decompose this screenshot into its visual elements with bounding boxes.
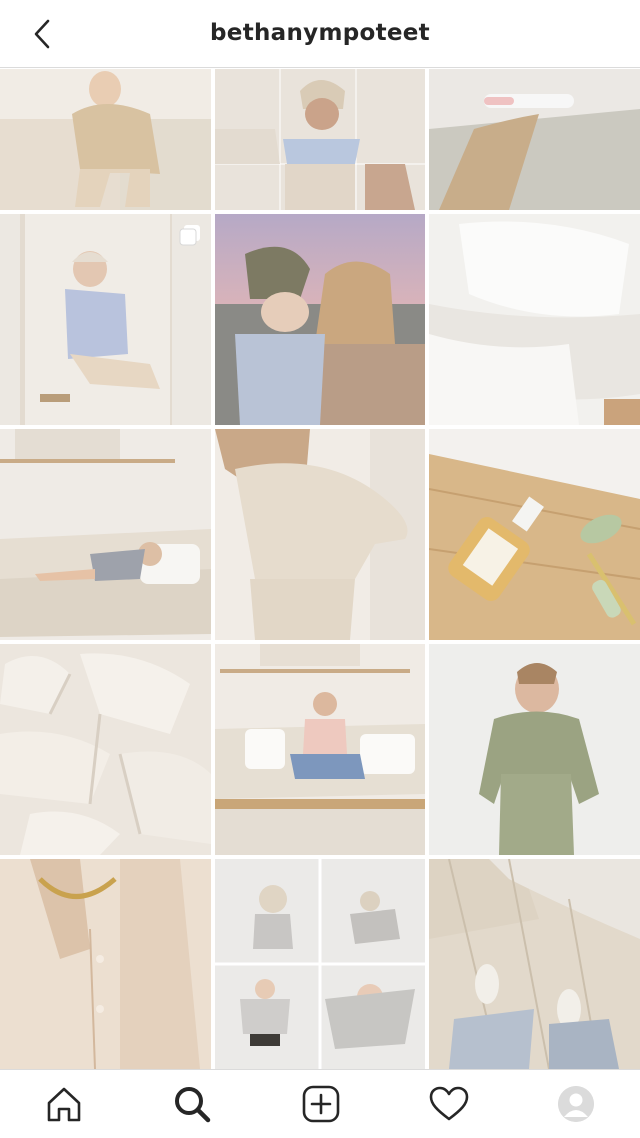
multiple-posts-icon bbox=[179, 225, 200, 246]
nav-activity[interactable] bbox=[427, 1082, 471, 1126]
search-icon bbox=[175, 1087, 211, 1123]
grid-post[interactable] bbox=[215, 859, 425, 1069]
grid-post[interactable] bbox=[215, 429, 425, 640]
home-icon bbox=[47, 1087, 81, 1122]
nav-profile[interactable] bbox=[554, 1082, 598, 1126]
grid-post[interactable] bbox=[0, 429, 211, 640]
grid-post[interactable] bbox=[429, 69, 640, 210]
grid-post[interactable] bbox=[429, 214, 640, 425]
grid-post[interactable] bbox=[0, 644, 211, 855]
grid-post[interactable] bbox=[429, 644, 640, 855]
top-bar: bethanympoteet bbox=[0, 0, 640, 68]
grid-post[interactable] bbox=[429, 429, 640, 640]
bottom-nav-bar bbox=[0, 1069, 640, 1138]
grid-post[interactable] bbox=[0, 859, 211, 1069]
grid-post[interactable] bbox=[0, 69, 211, 210]
heart-icon bbox=[429, 1086, 469, 1121]
grid-post[interactable] bbox=[429, 859, 640, 1069]
grid-post[interactable] bbox=[215, 644, 425, 855]
nav-home[interactable] bbox=[42, 1082, 86, 1126]
nav-search[interactable] bbox=[170, 1082, 214, 1126]
profile-username: bethanympoteet bbox=[210, 20, 430, 46]
nav-new-post[interactable] bbox=[299, 1082, 343, 1126]
plus-square-icon bbox=[302, 1085, 340, 1123]
grid-post[interactable] bbox=[215, 69, 425, 210]
grid-post[interactable] bbox=[215, 214, 425, 425]
grid-post[interactable] bbox=[0, 214, 211, 425]
avatar-icon bbox=[558, 1086, 594, 1122]
